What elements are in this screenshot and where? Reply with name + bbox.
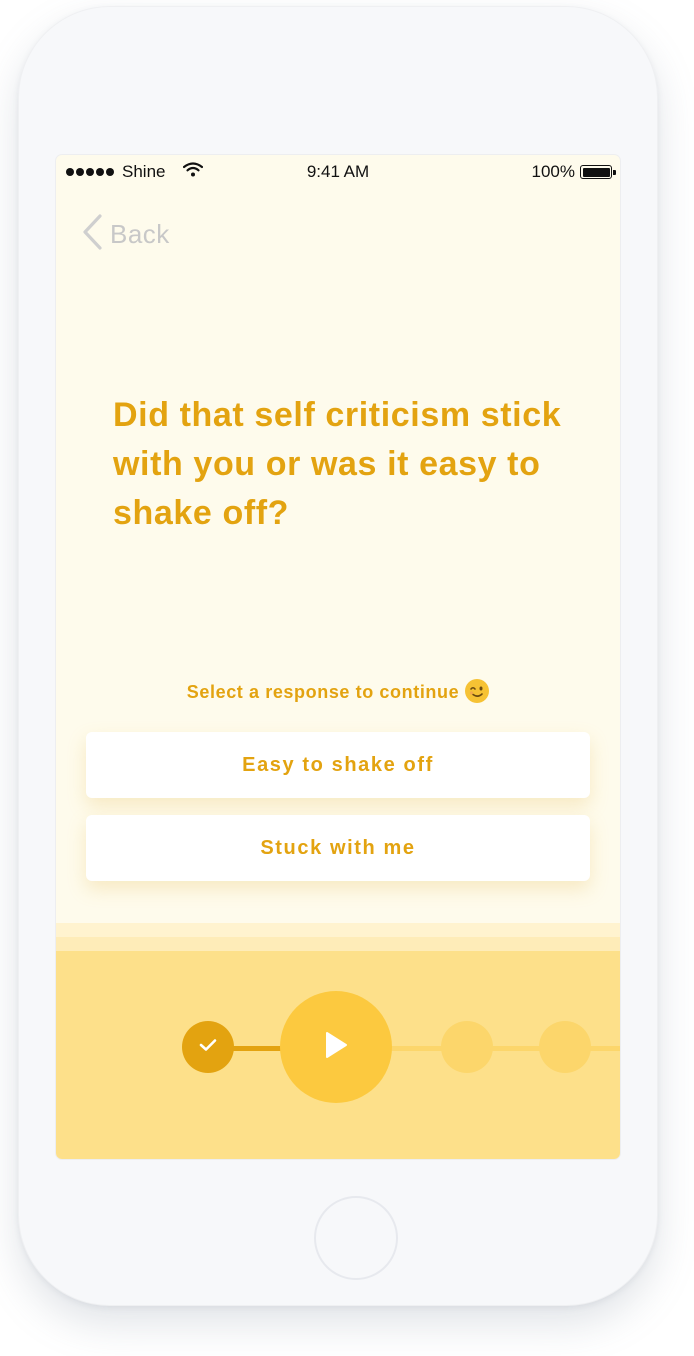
back-button[interactable]: Back [80, 213, 170, 256]
prompt-text: Select a response to continue [186, 682, 460, 702]
app-screen: Shine 9:41 AM 100% Back Did that self cr… [56, 155, 620, 1159]
panel-divider [56, 923, 620, 937]
winking-face-icon [465, 679, 490, 703]
back-label: Back [110, 219, 170, 249]
status-bar: Shine 9:41 AM 100% [56, 155, 620, 189]
battery-icon [580, 165, 616, 179]
option-stuck-with-me[interactable]: Stuck with me [86, 815, 590, 881]
step-completed[interactable] [182, 1021, 234, 1073]
battery-percent: 100% [531, 162, 575, 181]
checkmark-icon [199, 1038, 217, 1057]
option-easy-to-shake-off[interactable]: Easy to shake off [86, 732, 590, 798]
panel-divider [56, 937, 620, 951]
step-upcoming[interactable] [539, 1021, 591, 1073]
chevron-left-icon [80, 213, 104, 256]
play-icon [323, 1030, 349, 1065]
play-button[interactable] [280, 991, 392, 1103]
step-upcoming[interactable] [441, 1021, 493, 1073]
status-right: 100% [531, 162, 616, 182]
response-prompt: Select a response to continue [56, 679, 620, 703]
question-heading: Did that self criticism stick with you o… [113, 396, 562, 532]
home-button[interactable] [314, 1196, 398, 1280]
